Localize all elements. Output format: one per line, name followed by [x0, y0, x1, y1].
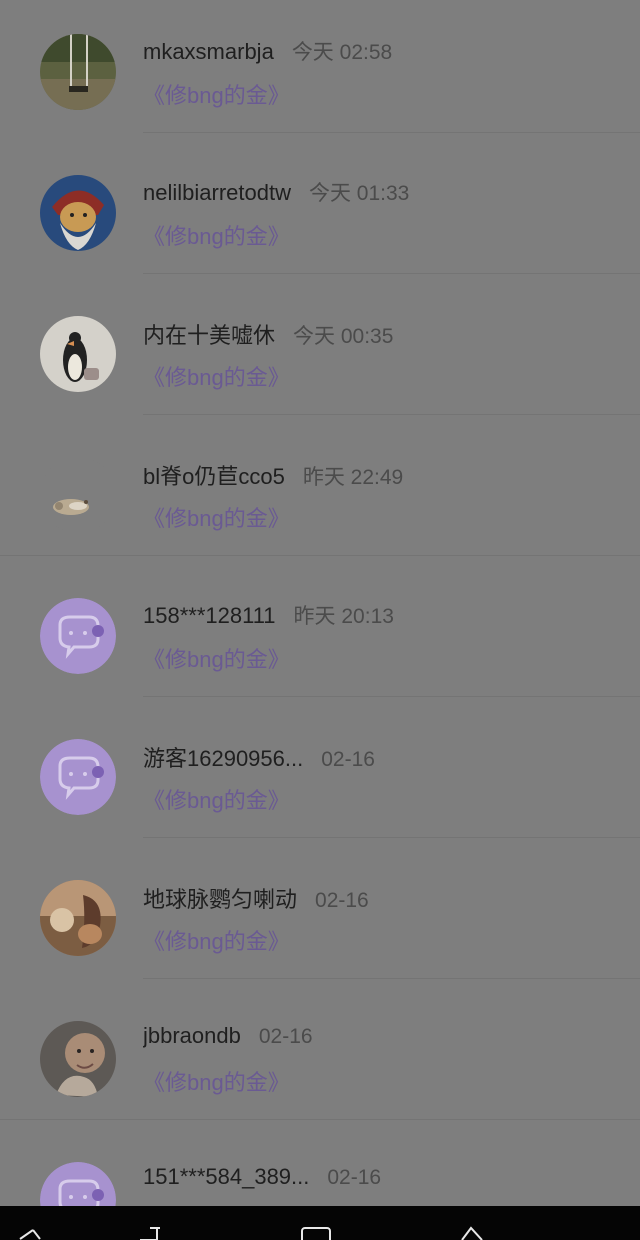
conversation-row[interactable]: jbbraondb 02-16 《修bng的金》	[0, 979, 640, 1120]
user-name: 内在十美嘘休	[143, 323, 276, 348]
conversation-row[interactable]: 游客16290956... 02-16 《修bng的金》	[0, 697, 640, 838]
user-name: 151***584_389...	[143, 1164, 310, 1189]
conversation-meta: mkaxsmarbja 今天 02:58	[143, 36, 392, 66]
avatar[interactable]	[40, 598, 116, 674]
default-chat-avatar	[40, 739, 116, 815]
book-title: 《修bng的金》	[143, 83, 290, 108]
message-time: 昨天 20:13	[293, 605, 394, 628]
message-time: 02-16	[315, 889, 369, 912]
book-title: 《修bng的金》	[143, 506, 290, 531]
book-title: 《修bng的金》	[143, 647, 290, 672]
conversation-meta: jbbraondb 02-16	[143, 1023, 313, 1049]
conversation-row[interactable]: 151***584_389... 02-16	[0, 1120, 640, 1206]
user-name: 游客16290956...	[143, 746, 304, 771]
user-name: 地球脉鹦匀喇动	[143, 887, 298, 912]
penguin-drawing-avatar	[40, 316, 116, 392]
book-title: 《修bng的金》	[143, 788, 290, 813]
swing-photo-avatar	[40, 34, 116, 110]
avatar[interactable]	[40, 457, 116, 533]
avatar[interactable]	[40, 34, 116, 110]
avatar[interactable]	[40, 880, 116, 956]
conversation-meta: nelilbiarretodtw 今天 01:33	[143, 177, 409, 207]
message-time: 02-16	[327, 1166, 382, 1189]
avatar[interactable]	[40, 1162, 116, 1206]
home-icon[interactable]	[298, 1224, 334, 1240]
conversation-row[interactable]: nelilbiarretodtw 今天 01:33 《修bng的金》	[0, 133, 640, 274]
small-animal-avatar	[40, 457, 116, 533]
user-name: nelilbiarretodtw	[143, 180, 291, 205]
default-chat-avatar	[40, 598, 116, 674]
user-name: mkaxsmarbja	[143, 39, 274, 64]
message-time: 02-16	[321, 748, 375, 771]
default-chat-avatar	[40, 1162, 116, 1206]
conversation-row[interactable]: bl脊o仍苣cco5 昨天 22:49 《修bng的金》	[0, 415, 640, 556]
back-icon[interactable]	[16, 1224, 52, 1240]
book-title: 《修bng的金》	[143, 1070, 290, 1095]
user-name: 158***128111	[143, 603, 276, 628]
avatar[interactable]	[40, 316, 116, 392]
conversation-row[interactable]: 地球脉鹦匀喇动 02-16 《修bng的金》	[0, 838, 640, 979]
message-time: 今天 01:33	[308, 182, 410, 205]
message-time: 今天 02:58	[291, 41, 393, 64]
book-title: 《修bng的金》	[143, 929, 290, 954]
conversation-row[interactable]: 158***128111 昨天 20:13 《修bng的金》	[0, 556, 640, 697]
avatar[interactable]	[40, 175, 116, 251]
avatar[interactable]	[40, 1021, 116, 1097]
dwarf-character-avatar	[40, 175, 116, 251]
conversation-meta: 158***128111 昨天 20:13	[143, 600, 394, 630]
book-title: 《修bng的金》	[143, 365, 290, 390]
system-navigation-bar	[0, 1206, 640, 1240]
message-time: 昨天 22:49	[302, 466, 404, 489]
baby-photo-avatar	[40, 1021, 116, 1097]
down-icon[interactable]	[456, 1224, 492, 1240]
conversation-meta: 151***584_389... 02-16	[143, 1164, 381, 1190]
conversation-row[interactable]: mkaxsmarbja 今天 02:58 《修bng的金》	[0, 0, 640, 133]
conversation-meta: 游客16290956... 02-16	[143, 741, 375, 773]
conversation-list: mkaxsmarbja 今天 02:58 《修bng的金》 nelilbiarr…	[0, 0, 640, 1206]
message-time: 今天 00:35	[293, 325, 394, 348]
user-name: bl脊o仍苣cco5	[143, 464, 285, 489]
conversation-meta: bl脊o仍苣cco5 昨天 22:49	[143, 459, 403, 491]
user-name: jbbraondb	[143, 1023, 241, 1048]
conversation-meta: 地球脉鹦匀喇动 02-16	[143, 882, 369, 914]
conversation-row[interactable]: 内在十美嘘休 今天 00:35 《修bng的金》	[0, 274, 640, 415]
sunset-photo-avatar	[40, 880, 116, 956]
avatar[interactable]	[40, 739, 116, 815]
recent-apps-icon[interactable]	[136, 1224, 172, 1240]
message-time: 02-16	[258, 1025, 313, 1048]
conversation-meta: 内在十美嘘休 今天 00:35	[143, 318, 393, 350]
book-title: 《修bng的金》	[143, 224, 290, 249]
